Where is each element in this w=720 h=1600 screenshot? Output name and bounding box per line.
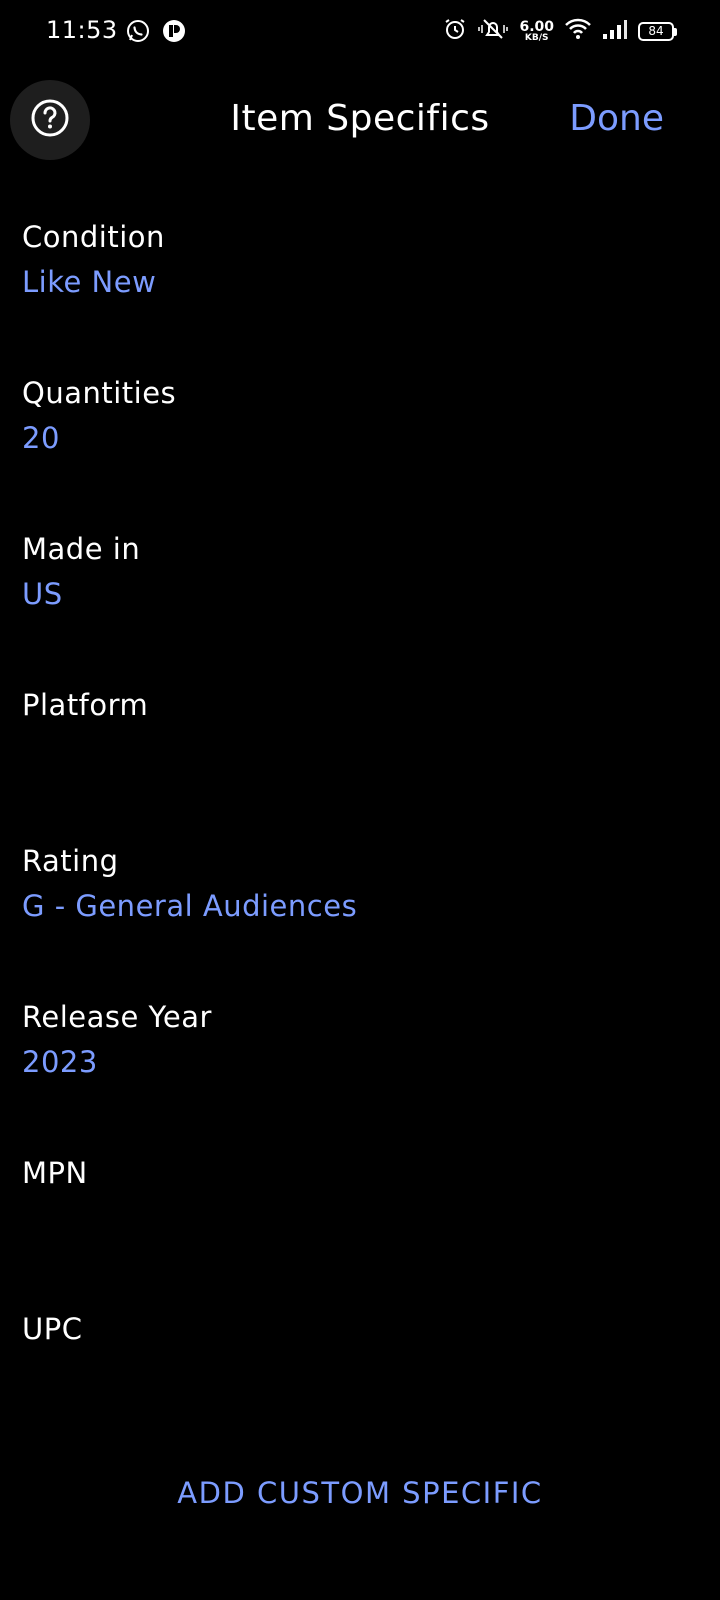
network-speed-value: 6.00 [519, 18, 554, 35]
field-release-year[interactable]: Release Year 2023 [22, 1000, 698, 1156]
field-label: Condition [22, 220, 165, 254]
field-label: UPC [22, 1312, 83, 1346]
whatsapp-icon [126, 19, 150, 47]
mute-icon [477, 17, 509, 45]
status-right-icons: 6.00 KB/S 84 [443, 17, 677, 45]
field-value: G - General Audiences [22, 888, 358, 923]
field-mpn[interactable]: MPN [22, 1156, 698, 1312]
network-speed: 6.00 KB/S [519, 20, 554, 43]
field-platform[interactable]: Platform [22, 688, 698, 844]
field-made-in[interactable]: Made in US [22, 532, 698, 688]
field-value: US [22, 576, 63, 611]
field-value: 2023 [22, 1044, 98, 1079]
status-time: 11:53 [46, 16, 118, 44]
field-label: Rating [22, 844, 119, 878]
signal-icon [602, 18, 628, 44]
field-value: Like New [22, 264, 157, 299]
field-rating[interactable]: Rating G - General Audiences [22, 844, 698, 1000]
done-button[interactable]: Done [569, 98, 664, 139]
field-label: Made in [22, 532, 141, 566]
field-value [22, 1357, 698, 1391]
field-label: MPN [22, 1156, 88, 1190]
battery-level: 84 [648, 24, 664, 38]
app-icon [162, 19, 186, 47]
add-custom-specific-button[interactable]: ADD CUSTOM SPECIFIC [0, 1476, 720, 1510]
field-label: Platform [22, 688, 149, 722]
field-quantities[interactable]: Quantities 20 [22, 376, 698, 532]
item-specifics-list: Condition Like New Quantities 20 Made in… [22, 220, 698, 1468]
network-speed-unit: KB/S [524, 32, 549, 43]
status-bar: 11:53 6.00 KB/S 84 [0, 0, 720, 64]
field-value [22, 733, 698, 767]
field-upc[interactable]: UPC [22, 1312, 698, 1468]
status-left-icons [126, 19, 186, 47]
alarm-icon [443, 17, 467, 45]
field-value [22, 1201, 698, 1235]
app-bar: Item Specifics Done [0, 78, 720, 162]
wifi-icon [564, 18, 592, 44]
field-label: Release Year [22, 1000, 212, 1034]
battery-icon: 84 [638, 21, 677, 41]
field-label: Quantities [22, 376, 177, 410]
field-condition[interactable]: Condition Like New [22, 220, 698, 376]
field-value: 20 [22, 420, 60, 455]
